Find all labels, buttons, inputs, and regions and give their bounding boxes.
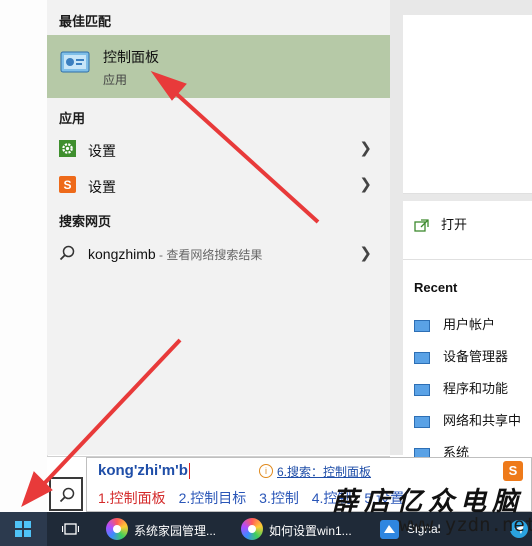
watermark-title: 薛店亿众电脑 (332, 487, 525, 517)
annotation-arrowhead (21, 471, 53, 508)
annotation-arrow-line (168, 86, 320, 224)
watermark-url: www.yzdn.net (399, 514, 532, 536)
annotation-arrow-line (38, 338, 182, 490)
annotation-arrows (21, 71, 320, 508)
